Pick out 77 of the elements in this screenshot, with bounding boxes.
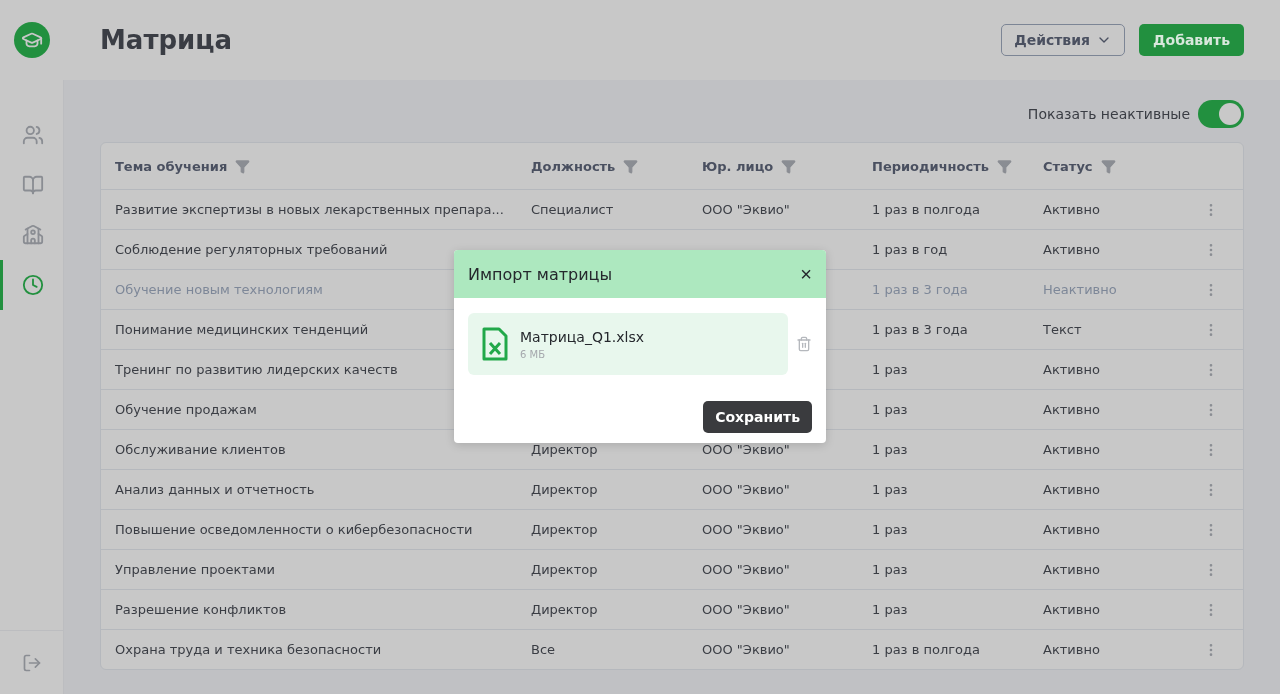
table-cell-text: Активно	[1043, 402, 1101, 417]
table-cell-text: 1 раз в год	[872, 242, 949, 257]
table-cell-text: 1 раз в 3 года	[872, 282, 969, 297]
table-cell-text: Активно	[1043, 242, 1101, 257]
building-icon	[22, 224, 44, 246]
page-title: Матрица	[100, 25, 234, 55]
table-cell-text: Специалист	[531, 202, 615, 217]
table-cell-text: Разрешение конфликтов	[115, 602, 288, 617]
table-cell-text: ООО "Эквио"	[702, 442, 791, 457]
users-icon	[22, 124, 44, 146]
table-cell-text: Директор	[531, 602, 599, 617]
clock-icon	[22, 274, 44, 296]
table-cell-text: Неактивно	[1043, 282, 1118, 297]
table-cell-text: Тренинг по развитию лидерских качеств	[115, 362, 399, 377]
column-header: Должность	[531, 158, 616, 174]
table-cell-text: Активно	[1043, 522, 1101, 537]
table-cell-text: Соблюдение регуляторных требований	[115, 242, 389, 257]
table-cell-text: Активно	[1043, 482, 1101, 497]
table-cell-text: 1 раз	[872, 402, 909, 417]
table-cell-text: 1 раз	[872, 562, 909, 577]
save-button[interactable]: Сохранить	[703, 401, 812, 433]
filter-icon[interactable]	[1100, 158, 1116, 174]
filter-icon[interactable]	[996, 158, 1012, 174]
column-header: Периодичность	[872, 158, 989, 174]
column-header: Юр. лицо	[702, 158, 774, 174]
table-cell-text: Текст	[1043, 322, 1083, 337]
logout-icon[interactable]	[21, 652, 42, 673]
file-size: 6 МБ	[520, 348, 547, 360]
table-cell-text: Активно	[1043, 362, 1101, 377]
table-cell-text: ООО "Эквио"	[702, 642, 791, 657]
table-cell-text: Директор	[531, 562, 599, 577]
table-cell-text: Директор	[531, 522, 599, 537]
spreadsheet-file-icon	[482, 327, 508, 361]
filter-icon[interactable]	[781, 158, 797, 174]
column-header: Статус	[1043, 158, 1093, 174]
table-cell-text: ООО "Эквио"	[702, 482, 791, 497]
table-cell-text: 1 раз в 3 года	[872, 322, 969, 337]
close-button[interactable]: ×	[800, 264, 812, 284]
table-cell-text: 1 раз в полгода	[872, 202, 981, 217]
table-cell-text: Управление проектами	[115, 562, 277, 577]
table-cell-text: Активно	[1043, 602, 1101, 617]
dialog-title: Импорт матрицы	[468, 264, 613, 284]
book-icon	[22, 174, 44, 196]
table-cell-text: 1 раз в полгода	[872, 642, 981, 657]
column-header: Тема обучения	[115, 158, 228, 174]
table-cell-text: 1 раз	[872, 442, 909, 457]
table-cell-text: Активно	[1043, 202, 1101, 217]
file-name: Матрица_Q1.xlsx	[520, 328, 645, 345]
table-cell-text: ООО "Эквио"	[702, 202, 791, 217]
table-cell-text: 1 раз	[872, 602, 909, 617]
table-cell-text: Все	[531, 642, 557, 657]
table-cell-text: Активно	[1043, 442, 1101, 457]
trash-icon[interactable]	[796, 336, 812, 352]
table-cell-text: Директор	[531, 442, 599, 457]
table-cell-text: Обучение продажам	[115, 402, 258, 417]
table-cell-text: Развитие экспертизы в новых лекарственных препара...	[115, 202, 505, 217]
table-cell-text: Охрана труда и техника безопасности	[115, 642, 383, 657]
table-cell-text: Обучение новым технологиям	[115, 282, 324, 297]
table-cell-text: Анализ данных и отчетность	[115, 482, 316, 497]
table-cell-text: ООО "Эквио"	[702, 562, 791, 577]
table-cell-text: Активно	[1043, 642, 1101, 657]
table-cell-text: ООО "Эквио"	[702, 522, 791, 537]
filter-icon[interactable]	[623, 158, 639, 174]
toggle-label: Показать неактивные	[1027, 106, 1190, 122]
table-cell-text: 1 раз	[872, 482, 909, 497]
table-cell-text: Повышение осведомленности о кибербезопасности	[115, 522, 474, 537]
table-cell-text: ООО "Эквио"	[702, 602, 791, 617]
filter-icon[interactable]	[235, 158, 251, 174]
table-cell-text: Понимание медицинских тенденций	[115, 322, 370, 337]
table-cell-text: Директор	[531, 482, 599, 497]
table-cell-text: Активно	[1043, 562, 1101, 577]
table-cell-text: 1 раз	[872, 362, 909, 377]
toggle-switch[interactable]	[1198, 100, 1244, 128]
table-cell-text: Обслуживание клиентов	[115, 442, 287, 457]
table-cell-text: 1 раз	[872, 522, 909, 537]
logo-icon	[14, 22, 50, 58]
actions-dropdown[interactable]: Действия	[1001, 24, 1126, 56]
